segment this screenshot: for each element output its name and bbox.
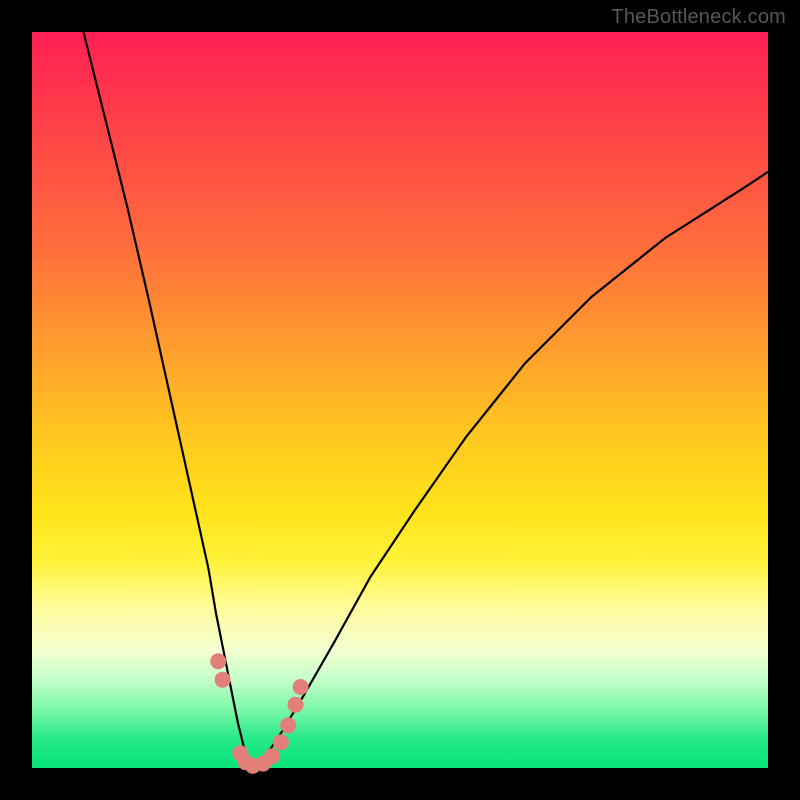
marker-point	[288, 697, 304, 713]
chart-frame: TheBottleneck.com	[0, 0, 800, 800]
plot-area	[32, 32, 768, 768]
curve-left-branch	[84, 32, 253, 768]
marker-point	[210, 653, 226, 669]
watermark-text: TheBottleneck.com	[611, 6, 786, 29]
marker-point	[215, 672, 231, 688]
marker-point	[264, 748, 280, 764]
bottleneck-curve	[84, 32, 769, 768]
marker-point	[280, 717, 296, 733]
curve-layer	[32, 32, 768, 768]
marker-point	[293, 679, 309, 695]
curve-right-branch	[253, 172, 768, 768]
marker-point	[273, 734, 289, 750]
